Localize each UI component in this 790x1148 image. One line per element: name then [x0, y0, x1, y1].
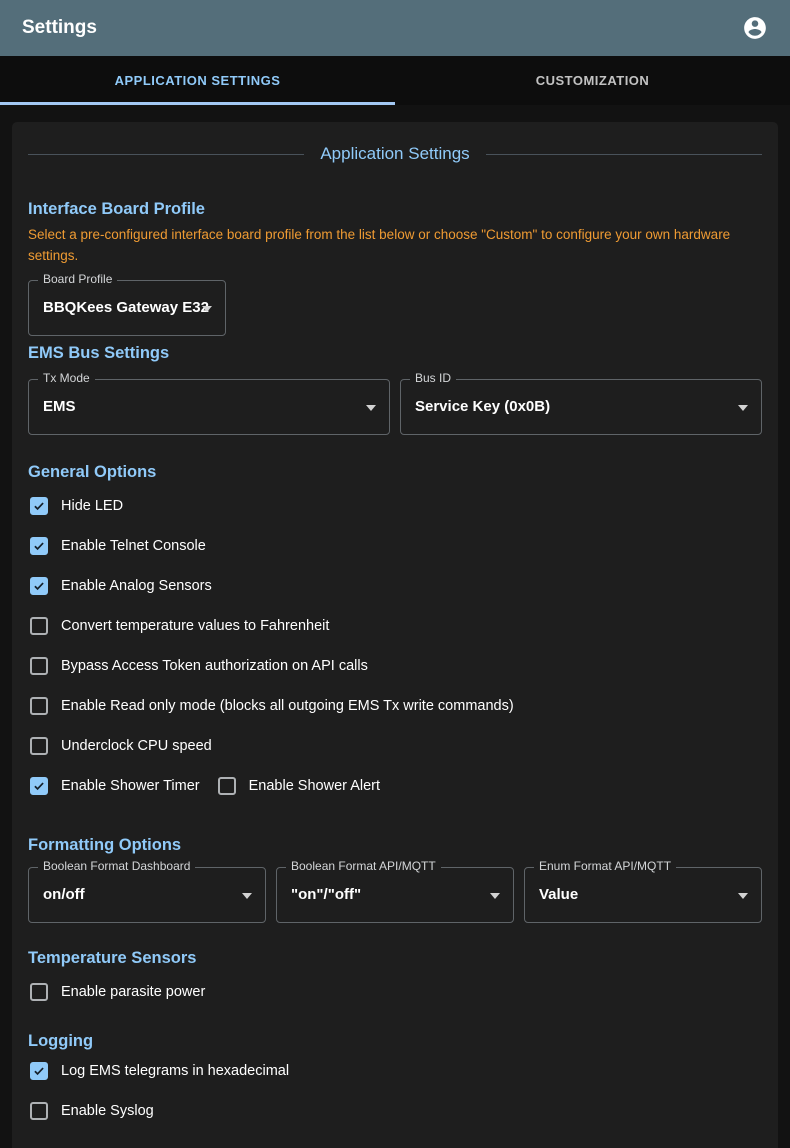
checkbox-row-bypass-token: Bypass Access Token authorization on API…	[28, 646, 762, 686]
account-circle-icon	[742, 15, 768, 41]
tab-label-customization: CUSTOMIZATION	[536, 73, 650, 88]
bus-id-select-value: Service Key (0x0B)	[401, 380, 761, 434]
settings-card: Application Settings Interface Board Pro…	[12, 122, 778, 1148]
checkbox-label: Underclock CPU speed	[61, 738, 212, 754]
section-heading-general-options: General Options	[28, 463, 762, 482]
check-icon	[32, 538, 46, 554]
checkbox-row-telnet: Enable Telnet Console	[28, 526, 762, 566]
ems-bus-select-row: Tx Mode EMS Bus ID Service Key (0x0B)	[28, 379, 762, 435]
app-bar: Settings	[0, 0, 790, 56]
enum-format-api-value: Value	[525, 868, 761, 922]
checkbox-label: Bypass Access Token authorization on API…	[61, 658, 368, 674]
checkbox-row-hide-led: Hide LED	[28, 486, 762, 526]
boolean-format-api-select[interactable]: Boolean Format API/MQTT "on"/"off"	[276, 867, 514, 923]
checkbox-row-parasite-power: Enable parasite power	[28, 972, 762, 1012]
boolean-format-api-value: "on"/"off"	[277, 868, 513, 922]
chevron-down-icon	[738, 893, 748, 899]
checkbox-bypass-access-token[interactable]	[30, 657, 48, 675]
boolean-format-dashboard-value: on/off	[29, 868, 265, 922]
checkbox-row-shower: Enable Shower Timer Enable Shower Alert	[28, 766, 762, 806]
checkbox-enable-shower-timer[interactable]	[30, 777, 48, 795]
checkbox-label: Enable Analog Sensors	[61, 578, 212, 594]
active-tab-indicator	[0, 102, 395, 105]
chevron-down-icon	[490, 893, 500, 899]
page-title: Settings	[22, 17, 734, 39]
board-profile-select[interactable]: Board Profile BBQKees Gateway E32	[28, 280, 226, 336]
tx-mode-select-value: EMS	[29, 380, 389, 434]
divider-line-left	[28, 154, 304, 155]
checkbox-label: Enable Shower Timer	[61, 778, 200, 794]
checkbox-label: Log EMS telegrams in hexadecimal	[61, 1063, 289, 1079]
checkbox-enable-analog-sensors[interactable]	[30, 577, 48, 595]
check-icon	[32, 778, 46, 794]
section-heading-interface-board: Interface Board Profile	[28, 200, 762, 219]
section-heading-ems-bus: EMS Bus Settings	[28, 344, 762, 363]
checkbox-enable-telnet-console[interactable]	[30, 537, 48, 555]
board-profile-hint: Select a pre-configured interface board …	[28, 224, 762, 266]
checkbox-label: Enable Shower Alert	[249, 778, 380, 794]
bus-id-select[interactable]: Bus ID Service Key (0x0B)	[400, 379, 762, 435]
checkbox-label: Hide LED	[61, 498, 123, 514]
chevron-down-icon	[242, 893, 252, 899]
account-button[interactable]	[734, 7, 776, 49]
checkbox-log-ems-hexadecimal[interactable]	[30, 1062, 48, 1080]
check-icon	[32, 1063, 46, 1079]
checkbox-label: Enable Read only mode (blocks all outgoi…	[61, 698, 514, 714]
card-title: Application Settings	[28, 144, 762, 164]
tab-label-application-settings: APPLICATION SETTINGS	[115, 73, 281, 88]
tab-customization[interactable]: CUSTOMIZATION	[395, 56, 790, 105]
tx-mode-select[interactable]: Tx Mode EMS	[28, 379, 390, 435]
checkbox-label: Enable Telnet Console	[61, 538, 206, 554]
enum-format-api-select[interactable]: Enum Format API/MQTT Value	[524, 867, 762, 923]
chevron-down-icon	[202, 306, 212, 312]
bus-id-select-label: Bus ID	[410, 371, 456, 385]
board-profile-select-label: Board Profile	[38, 272, 117, 286]
checkbox-row-fahrenheit: Convert temperature values to Fahrenheit	[28, 606, 762, 646]
section-heading-logging: Logging	[28, 1032, 762, 1051]
checkbox-row-underclock: Underclock CPU speed	[28, 726, 762, 766]
checkbox-hide-led[interactable]	[30, 497, 48, 515]
tab-application-settings[interactable]: APPLICATION SETTINGS	[0, 56, 395, 105]
checkbox-row-log-hex: Log EMS telegrams in hexadecimal	[28, 1051, 762, 1091]
check-icon	[32, 578, 46, 594]
divider-line-right	[486, 154, 762, 155]
chevron-down-icon	[366, 405, 376, 411]
checkbox-convert-fahrenheit[interactable]	[30, 617, 48, 635]
section-heading-temperature-sensors: Temperature Sensors	[28, 949, 762, 968]
checkbox-row-syslog: Enable Syslog	[28, 1091, 762, 1131]
section-heading-formatting-options: Formatting Options	[28, 836, 762, 855]
card-title-text: Application Settings	[320, 144, 469, 164]
boolean-format-dashboard-select[interactable]: Boolean Format Dashboard on/off	[28, 867, 266, 923]
boolean-format-dashboard-label: Boolean Format Dashboard	[38, 859, 195, 873]
tab-bar: APPLICATION SETTINGS CUSTOMIZATION	[0, 56, 790, 105]
board-profile-select-value: BBQKees Gateway E32	[29, 281, 225, 335]
checkbox-underclock-cpu[interactable]	[30, 737, 48, 755]
boolean-format-api-label: Boolean Format API/MQTT	[286, 859, 441, 873]
tx-mode-select-label: Tx Mode	[38, 371, 95, 385]
check-icon	[32, 498, 46, 514]
checkbox-label: Convert temperature values to Fahrenheit	[61, 618, 329, 634]
checkbox-row-read-only: Enable Read only mode (blocks all outgoi…	[28, 686, 762, 726]
checkbox-enable-parasite-power[interactable]	[30, 983, 48, 1001]
checkbox-label: Enable Syslog	[61, 1103, 154, 1119]
checkbox-row-analog-sensors: Enable Analog Sensors	[28, 566, 762, 606]
enum-format-api-label: Enum Format API/MQTT	[534, 859, 676, 873]
formatting-select-row: Boolean Format Dashboard on/off Boolean …	[28, 867, 762, 923]
checkbox-enable-shower-alert[interactable]	[218, 777, 236, 795]
checkbox-read-only-mode[interactable]	[30, 697, 48, 715]
checkbox-enable-syslog[interactable]	[30, 1102, 48, 1120]
checkbox-label: Enable parasite power	[61, 984, 205, 1000]
chevron-down-icon	[738, 405, 748, 411]
